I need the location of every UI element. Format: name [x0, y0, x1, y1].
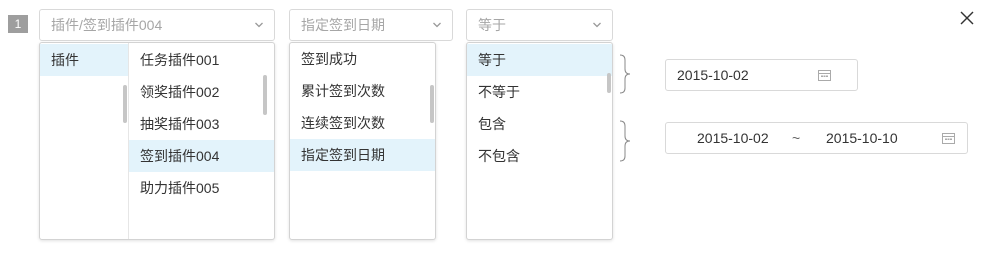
attribute-option[interactable]: 签到成功 — [290, 43, 435, 75]
plugin-option-selected[interactable]: 签到插件004 — [129, 140, 274, 172]
range-end-date[interactable]: 2015-10-10 — [826, 123, 898, 153]
attribute-scrollbar[interactable] — [430, 85, 434, 123]
operator-option[interactable]: 包含 — [467, 108, 612, 140]
calendar-icon — [818, 70, 831, 81]
curly-brace-icon — [619, 54, 631, 94]
chevron-down-icon — [255, 22, 263, 28]
attribute-select-value: 指定签到日期 — [301, 17, 385, 33]
plugin-option[interactable]: 抽奖插件003 — [129, 108, 268, 140]
plugin-option[interactable]: 助力插件005 — [129, 172, 268, 204]
curly-brace-icon — [619, 120, 631, 162]
attribute-option[interactable]: 累计签到次数 — [290, 75, 435, 107]
chevron-down-icon — [593, 22, 601, 28]
plugin-option[interactable]: 领奖插件002 — [129, 76, 268, 108]
attribute-select[interactable]: 指定签到日期 — [289, 9, 453, 41]
field-select[interactable]: 插件/签到插件004 — [39, 9, 275, 41]
chevron-down-icon — [433, 22, 441, 28]
row-index-badge: 1 — [8, 15, 28, 33]
range-start-date[interactable]: 2015-10-02 — [697, 123, 769, 153]
field-select-value: 插件/签到插件004 — [51, 17, 163, 33]
operator-option[interactable]: 不等于 — [467, 76, 612, 108]
operator-dropdown: 等于 不等于 包含 不包含 — [466, 42, 613, 240]
category-scrollbar[interactable] — [123, 85, 127, 123]
operator-scrollbar[interactable] — [607, 73, 611, 93]
operator-select[interactable]: 等于 — [466, 9, 613, 41]
date-range-picker[interactable]: 2015-10-02 ~ 2015-10-10 — [665, 122, 968, 154]
category-option-plugins[interactable]: 插件 — [40, 44, 128, 76]
plugin-scrollbar[interactable] — [263, 75, 267, 115]
operator-option-selected[interactable]: 等于 — [467, 44, 612, 76]
single-date-picker[interactable]: 2015-10-02 — [665, 59, 858, 91]
operator-option[interactable]: 不包含 — [467, 140, 612, 172]
operator-select-value: 等于 — [478, 17, 506, 33]
close-icon[interactable] — [958, 9, 976, 27]
attribute-option-selected[interactable]: 指定签到日期 — [290, 139, 435, 171]
attribute-option[interactable]: 连续签到次数 — [290, 107, 435, 139]
range-separator: ~ — [792, 130, 801, 146]
field-dropdown: 插件 任务插件001 领奖插件002 抽奖插件003 签到插件004 助力插件0… — [39, 42, 275, 240]
plugin-option[interactable]: 任务插件001 — [129, 44, 268, 76]
calendar-icon — [942, 133, 955, 144]
single-date-value: 2015-10-02 — [677, 67, 749, 83]
attribute-dropdown: 签到成功 累计签到次数 连续签到次数 指定签到日期 — [289, 42, 436, 240]
